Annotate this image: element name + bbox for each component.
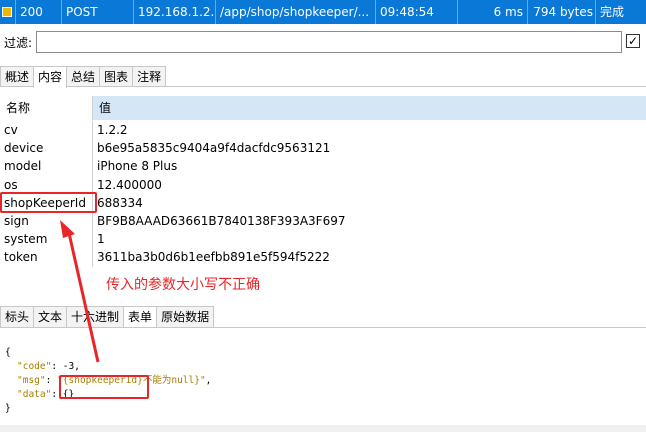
tab-chart[interactable]: 图表 [99, 66, 134, 87]
json-open: { [5, 347, 11, 358]
tab-text[interactable]: 文本 [33, 306, 68, 327]
table-header: 名称 值 [0, 96, 646, 120]
filter-bar: 过滤: ✓ [0, 26, 646, 58]
row-value: 1.2.2 [97, 123, 128, 137]
row-value: 1 [97, 232, 105, 247]
column-name-header[interactable]: 名称 [0, 96, 93, 120]
json-value: -3 [62, 361, 75, 372]
tabs-divider [0, 86, 646, 87]
tab-headers[interactable]: 标头 [0, 306, 35, 327]
tabs2-divider [0, 327, 646, 328]
json-key: "data" [17, 389, 52, 400]
row-key: system [0, 230, 93, 249]
filter-checkbox[interactable]: ✓ [626, 34, 640, 48]
request-duration: 6 ms [458, 0, 528, 24]
horizontal-scrollbar[interactable] [0, 425, 646, 432]
table-row[interactable]: sign BF9B8AAAD63661B7840138F393A3F697 [0, 211, 646, 231]
annotation-text: 传入的参数大小写不正确 [106, 277, 260, 293]
request-path: /app/shop/shopkeeper/... [216, 0, 376, 24]
row-value: b6e95a5835c9404a9f4dacfdc9563121 [97, 141, 331, 156]
table-row[interactable]: cv 1.2.2 [0, 121, 646, 140]
row-value: 688334 [97, 195, 143, 210]
request-state: 完成 [600, 5, 625, 19]
filter-label: 过滤: [4, 35, 33, 50]
response-tabs: 标头 文本 十六进制 表单 原始数据 [0, 306, 215, 327]
row-key: model [0, 157, 93, 176]
table-row[interactable]: model iPhone 8 Plus [0, 157, 646, 176]
highlight-box-key [0, 192, 97, 213]
row-key: device [0, 139, 93, 158]
row-key: sign [0, 211, 93, 231]
request-size: 794 bytes [528, 0, 596, 24]
table-row[interactable]: token 3611ba3b0d6b1eefbb891e5f594f5222 [0, 248, 646, 267]
json-key: "code" [17, 361, 52, 372]
request-time: 09:48:54 [376, 0, 458, 24]
request-status: 200 [16, 0, 62, 24]
row-value: 12.400000 [97, 177, 162, 192]
tab-form[interactable]: 表单 [123, 306, 158, 327]
filter-input[interactable] [36, 31, 622, 53]
json-key: "msg" [17, 375, 46, 386]
row-key: token [0, 248, 93, 267]
request-icon-cell [0, 0, 16, 24]
tab-summary[interactable]: 总结 [66, 66, 101, 87]
row-value: 3611ba3b0d6b1eefbb891e5f594f5222 [97, 250, 330, 265]
column-value-header[interactable]: 值 [93, 96, 646, 120]
content-tabs: 概述 内容 总结 图表 注释 [0, 66, 167, 88]
request-host: 192.168.1.2... [134, 0, 216, 24]
request-row[interactable]: 200 POST 192.168.1.2... /app/shop/shopke… [0, 0, 646, 24]
json-line-code: "code": -3, [17, 361, 80, 372]
request-method: POST [62, 0, 134, 24]
row-key: cv [0, 121, 93, 140]
tab-contents[interactable]: 内容 [33, 66, 68, 88]
tab-hex[interactable]: 十六进制 [66, 306, 125, 327]
tab-overview[interactable]: 概述 [0, 66, 35, 87]
row-value: BF9B8AAAD63661B7840138F393A3F697 [97, 213, 346, 228]
tab-notes[interactable]: 注释 [132, 66, 167, 87]
table-row[interactable]: os 12.400000 [0, 175, 646, 194]
tab-raw[interactable]: 原始数据 [156, 306, 215, 327]
table-row[interactable]: system 1 [0, 230, 646, 249]
table-row[interactable]: device b6e95a5835c9404a9f4dacfdc9563121 [0, 139, 646, 158]
json-close: } [5, 403, 11, 414]
row-value: iPhone 8 Plus [97, 159, 178, 174]
request-type-icon [2, 7, 12, 17]
highlight-box-msg [59, 375, 149, 399]
